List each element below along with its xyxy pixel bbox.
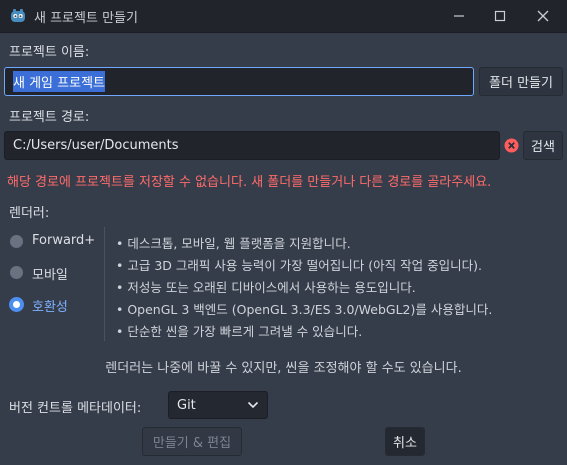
vcs-selected-value: Git xyxy=(177,397,196,413)
maximize-icon xyxy=(494,10,506,22)
radio-forward-plus[interactable] xyxy=(10,235,23,248)
path-error-message: 해당 경로에 프로젝트를 저장할 수 없습니다. 새 폴더를 만들거나 다른 경… xyxy=(7,175,492,190)
renderer-note: 렌더러는 나중에 바꿀 수 있지만, 씬을 조정해야 할 수도 있습니다. xyxy=(105,361,462,376)
renderer-feature: • 저성능 또는 오래된 디바이스에서 사용하는 용도입니다. xyxy=(116,280,416,295)
minimize-button[interactable] xyxy=(442,0,476,32)
project-path-label: 프로젝트 경로: xyxy=(9,110,90,125)
radio-mobile[interactable] xyxy=(10,266,23,279)
renderer-feature: • OpenGL 3 백엔드 (OpenGL 3.3/ES 3.0/WebGL2… xyxy=(116,302,493,317)
error-icon xyxy=(504,138,519,153)
radio-label-compatibility[interactable]: 호환성 xyxy=(32,296,68,315)
radio-compatibility[interactable] xyxy=(10,298,23,311)
vcs-label: 버전 컨트롤 메타데이터: xyxy=(9,401,142,416)
window-title: 새 프로젝트 만들기 xyxy=(34,11,138,26)
renderer-feature: • 데스크톱, 모바일, 웹 플랫폼을 지원합니다. xyxy=(116,236,351,251)
close-button[interactable] xyxy=(526,0,560,32)
radio-label-mobile[interactable]: 모바일 xyxy=(32,264,68,283)
chevron-down-icon xyxy=(247,401,259,409)
radio-label-forward-plus[interactable]: Forward+ xyxy=(32,233,95,248)
project-name-input[interactable]: 새 게임 프로젝트 xyxy=(4,67,474,96)
create-and-edit-button[interactable]: 만들기 & 편집 xyxy=(142,427,242,456)
create-folder-button[interactable]: 폴더 만들기 xyxy=(479,67,563,96)
cancel-button[interactable]: 취소 xyxy=(385,427,425,456)
renderer-divider xyxy=(104,227,105,341)
browse-button[interactable]: 검색 xyxy=(523,131,563,160)
minimize-icon xyxy=(454,15,464,17)
renderer-label: 렌더러: xyxy=(9,206,50,221)
project-name-label: 프로젝트 이름: xyxy=(9,45,90,60)
godot-icon xyxy=(11,9,25,22)
close-icon xyxy=(537,10,549,22)
title-bar: 새 프로젝트 만들기 xyxy=(0,0,567,33)
project-name-value: 새 게임 프로젝트 xyxy=(13,71,105,92)
renderer-feature: • 단순한 씬을 가장 빠르게 그려낼 수 있습니다. xyxy=(116,324,363,339)
renderer-feature: • 고급 3D 그래픽 사용 능력이 가장 떨어집니다 (아직 작업 중입니다)… xyxy=(116,258,482,273)
vcs-select[interactable]: Git xyxy=(168,391,268,419)
project-path-value: C:/Users/user/Documents xyxy=(13,138,179,153)
project-path-input[interactable]: C:/Users/user/Documents xyxy=(4,131,500,160)
maximize-button[interactable] xyxy=(483,0,517,32)
